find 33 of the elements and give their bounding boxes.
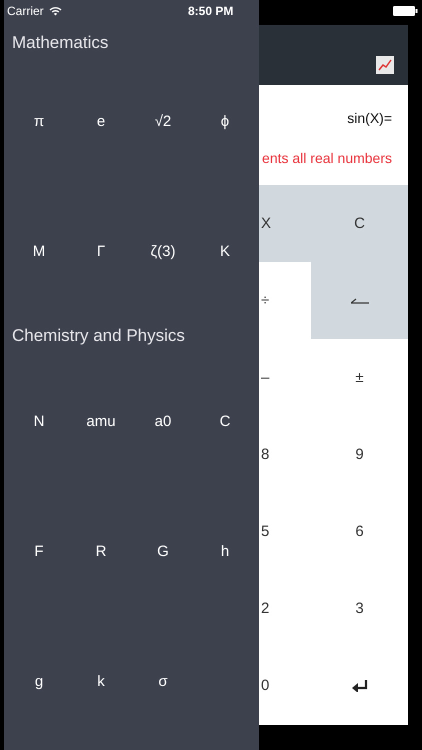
constant-button[interactable]: F: [8, 486, 70, 616]
constant-button[interactable]: g: [8, 616, 70, 746]
constant-button[interactable]: k: [70, 616, 132, 746]
section-title: Mathematics: [11, 32, 110, 54]
keypad-key[interactable]: [311, 262, 408, 339]
time-text: 8:50 PM: [188, 4, 234, 18]
constant-button[interactable]: M: [8, 186, 70, 316]
constant-button[interactable]: a0: [132, 356, 194, 486]
constant-button[interactable]: C: [194, 356, 256, 486]
wifi-icon: [48, 6, 62, 16]
keypad-key[interactable]: C: [311, 185, 408, 262]
message-text: ents all real numbers: [262, 150, 392, 166]
backspace-icon: [350, 298, 368, 304]
expression-text: sin(X)=: [347, 110, 392, 126]
constant-button[interactable]: ζ(3): [132, 186, 194, 316]
return-icon: [352, 680, 368, 692]
chart-icon[interactable]: [376, 56, 394, 74]
keypad-key[interactable]: X: [259, 185, 311, 262]
constant-button[interactable]: K: [194, 186, 256, 316]
battery-icon: [393, 6, 418, 16]
carrier-text: Carrier: [7, 4, 44, 18]
constant-button[interactable]: √2: [132, 56, 194, 186]
constant-button[interactable]: π: [8, 56, 70, 186]
section-title: Chemistry and Physics: [11, 325, 186, 347]
constant-button[interactable]: h: [194, 486, 256, 616]
constant-button[interactable]: amu: [70, 356, 132, 486]
constant-button[interactable]: N: [8, 356, 70, 486]
constant-button[interactable]: G: [132, 486, 194, 616]
constant-button[interactable]: σ: [132, 616, 194, 746]
constant-button[interactable]: e: [70, 56, 132, 186]
constant-button[interactable]: ϕ: [194, 56, 256, 186]
constant-button[interactable]: R: [70, 486, 132, 616]
constant-button[interactable]: Γ: [70, 186, 132, 316]
